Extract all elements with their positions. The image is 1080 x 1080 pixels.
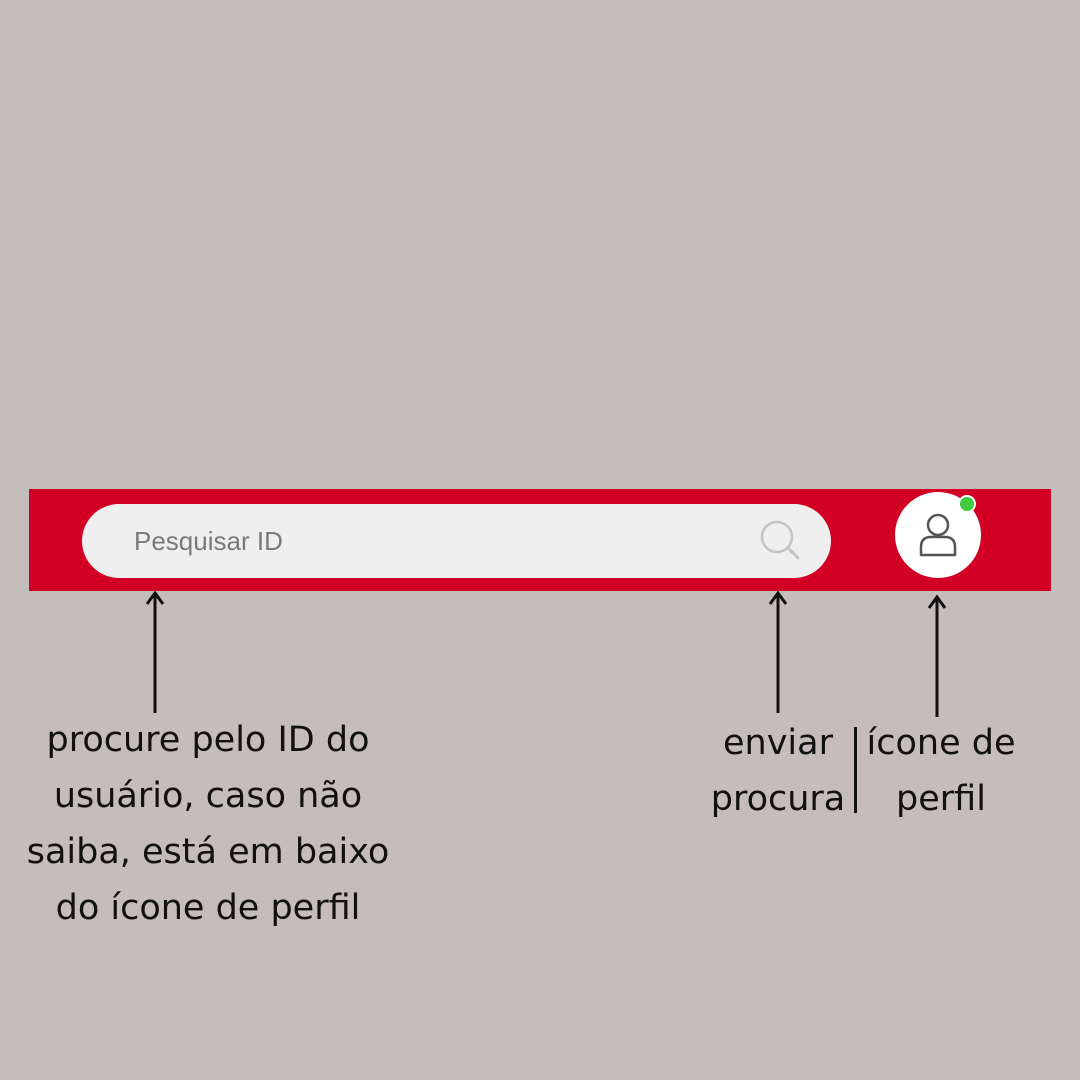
user-icon (919, 513, 957, 557)
search-submit-button[interactable] (758, 518, 804, 564)
search-button-caption: enviar procura (710, 723, 846, 819)
arrow-up-icon (927, 594, 947, 717)
arrow-up-icon (768, 590, 788, 713)
arrow-up-icon (145, 590, 165, 713)
search-field-caption: procure pelo ID do usuário, caso não sai… (26, 720, 390, 928)
search-input[interactable] (134, 504, 734, 578)
top-bar (29, 489, 1051, 591)
search-bar (82, 504, 831, 578)
profile-button[interactable] (895, 492, 981, 578)
online-status-dot (958, 495, 976, 513)
profile-icon-caption: ícone de perfil (866, 723, 1016, 819)
search-icon (760, 520, 800, 560)
